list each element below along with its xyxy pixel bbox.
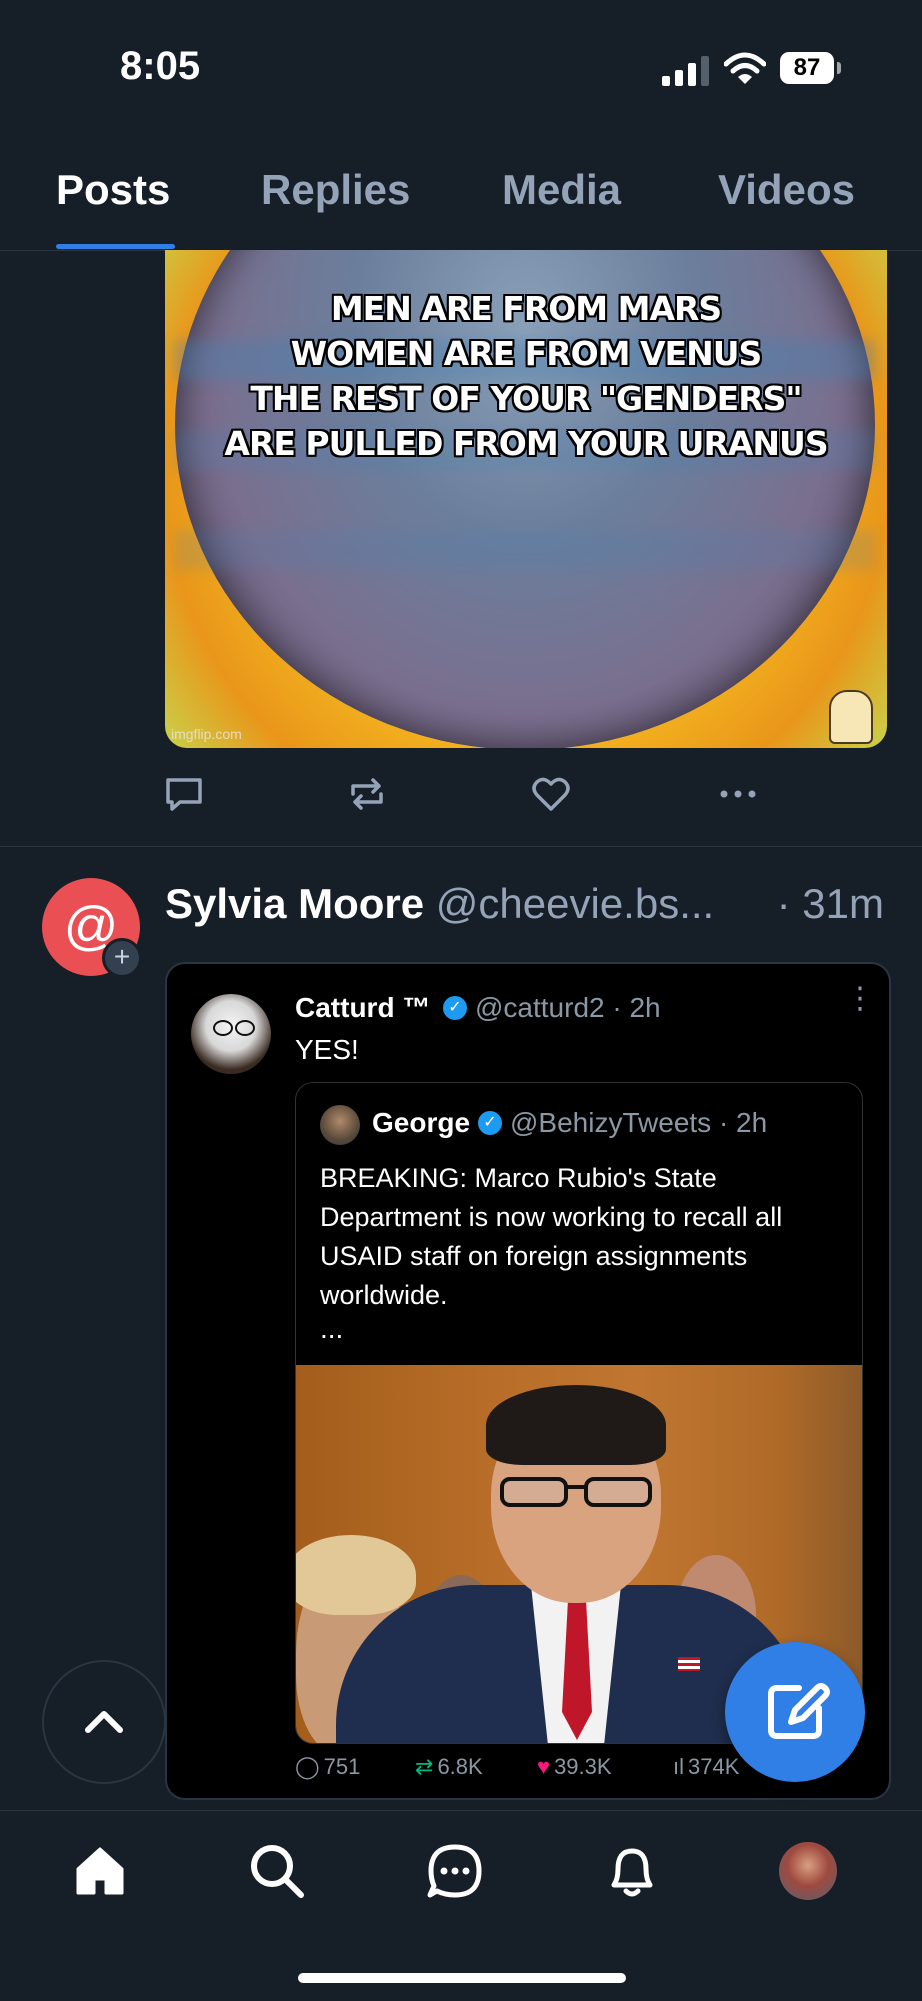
wifi-icon [724, 52, 766, 84]
battery-level: 87 [780, 52, 834, 84]
stat-reposts: ⇄ 6.8K [415, 1754, 483, 1779]
bottom-navigation [0, 1810, 922, 2001]
meme-caption: MEN ARE FROM MARS WOMEN ARE FROM VENUS T… [224, 289, 828, 463]
post-divider [0, 846, 922, 847]
quote-avatar [320, 1105, 360, 1145]
cartoon-figure [829, 690, 873, 744]
quote-ellipsis: ... [320, 1313, 344, 1344]
post-author: Sylvia Moore @cheevie.bs... [165, 880, 714, 928]
chat-icon[interactable] [425, 1841, 485, 1901]
home-indicator [298, 1973, 626, 1983]
tab-replies[interactable]: Replies [261, 166, 410, 214]
author-handle[interactable]: @cheevie.bs... [436, 880, 714, 927]
profile-avatar[interactable] [779, 1842, 837, 1900]
stat-replies: ◯ 751 [295, 1754, 361, 1779]
bell-icon[interactable] [602, 1841, 662, 1901]
repost-count-icon: ⇄ [415, 1754, 434, 1779]
views-count-icon: ıl [673, 1754, 684, 1779]
embed-text: YES! [295, 1034, 359, 1065]
embed-avatar [191, 994, 271, 1074]
reply-count-icon: ◯ [295, 1754, 320, 1779]
compose-post-button[interactable] [725, 1642, 865, 1782]
verified-badge-icon: ✓ [443, 996, 467, 1020]
home-icon[interactable] [70, 1841, 130, 1901]
quote-handle: @BehizyTweets · 2h [510, 1107, 768, 1138]
embed-handle: @catturd2 · 2h [475, 992, 661, 1023]
chevron-up-icon [85, 1711, 123, 1733]
verified-badge-icon: ✓ [478, 1111, 502, 1135]
cellular-signal-icon [662, 56, 709, 86]
post-image[interactable]: MEN ARE FROM MARS WOMEN ARE FROM VENUS T… [165, 250, 887, 748]
more-icon[interactable] [716, 772, 760, 816]
tab-videos[interactable]: Videos [718, 166, 855, 214]
repost-icon[interactable] [345, 772, 389, 816]
like-count-icon: ♥ [537, 1754, 551, 1779]
status-time: 8:05 [120, 44, 201, 88]
tab-posts[interactable]: Posts [56, 166, 170, 214]
active-tab-indicator [56, 244, 175, 249]
like-icon[interactable] [529, 772, 573, 816]
quote-author-name: George [372, 1107, 471, 1138]
profile-tabs: Posts Replies Media Videos [0, 150, 922, 251]
compose-icon [768, 1683, 830, 1739]
embed-author-name: Catturd ™ [295, 992, 431, 1023]
image-watermark: imgflip.com [171, 726, 242, 742]
post-timestamp: · 31m [776, 880, 884, 927]
follow-badge[interactable]: + [102, 938, 142, 978]
battery-icon: 87 [780, 52, 842, 86]
search-icon[interactable] [247, 1841, 307, 1901]
scroll-to-top-button[interactable] [42, 1660, 166, 1784]
tab-media[interactable]: Media [502, 166, 621, 214]
stat-likes: ♥ 39.3K [537, 1754, 612, 1779]
post-actions [0, 772, 922, 816]
comment-icon[interactable] [162, 772, 206, 816]
author-name[interactable]: Sylvia Moore [165, 880, 424, 927]
status-bar: 8:05 87 [0, 0, 922, 130]
quote-body: BREAKING: Marco Rubio's State Department… [320, 1163, 783, 1310]
embed-more-icon: ⋮ [845, 982, 875, 1015]
